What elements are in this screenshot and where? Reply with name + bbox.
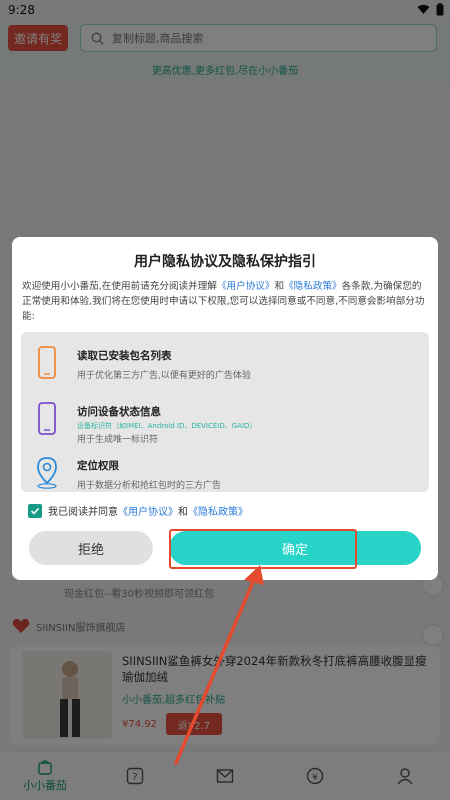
permission-item: 访问设备状态信息 设备标识符（如IMEI、Android ID、DEVICEID… [21, 402, 429, 452]
agree-row[interactable]: 我已阅读并同意《用户协议》和《隐私政策》 [28, 503, 248, 518]
annotation-highlight-box [169, 529, 357, 569]
agree-text: 我已阅读并同意《用户协议》和《隐私政策》 [48, 503, 248, 518]
refuse-button[interactable]: 拒绝 [29, 531, 153, 565]
permission-item: 定位权限 用于数据分析和抢红包时的三方广告 [21, 456, 429, 492]
permission-desc: 用于生成唯一标识符 [77, 435, 159, 445]
phone-orange-icon [38, 346, 56, 379]
agree-checkbox[interactable] [28, 503, 42, 518]
permission-list[interactable]: 读取已安装包名列表 用于优化第三方广告,以便有更好的广告体验 访问设备状态信息 … [21, 332, 429, 492]
intro-prefix: 欢迎使用小小番茄,在使用前请充分阅读并理解 [22, 281, 217, 292]
user-agreement-link[interactable]: 《用户协议》 [217, 281, 275, 292]
agree-prefix: 我已阅读并同意 [48, 507, 118, 518]
privacy-policy-link[interactable]: 《隐私政策》 [284, 281, 342, 292]
agree-privacy-policy-link[interactable]: 《隐私政策》 [188, 507, 248, 518]
agree-user-agreement-link[interactable]: 《用户协议》 [118, 507, 178, 518]
dialog-intro: 欢迎使用小小番茄,在使用前请充分阅读并理解《用户协议》和《隐私政策》各条款,为确… [22, 279, 430, 324]
permission-desc: 用于数据分析和抢红包时的三方广告 [77, 481, 222, 491]
permission-desc: 用于优化第三方广告,以便有更好的广告体验 [77, 371, 251, 381]
dialog-title: 用户隐私协议及隐私保护指引 [134, 254, 316, 270]
permission-title: 定位权限 [77, 460, 119, 472]
phone-purple-icon [38, 402, 56, 435]
check-icon [30, 507, 40, 515]
permission-title: 访问设备状态信息 [77, 406, 161, 418]
agree-and: 和 [178, 507, 188, 518]
intro-and: 和 [274, 281, 285, 292]
permission-note: 设备标识符（如IMEI、Android ID、DEVICEID、GAID） [77, 422, 257, 430]
permission-title: 读取已安装包名列表 [77, 350, 172, 362]
location-pin-icon [37, 457, 57, 489]
permission-item: 读取已安装包名列表 用于优化第三方广告,以便有更好的广告体验 [21, 346, 429, 396]
